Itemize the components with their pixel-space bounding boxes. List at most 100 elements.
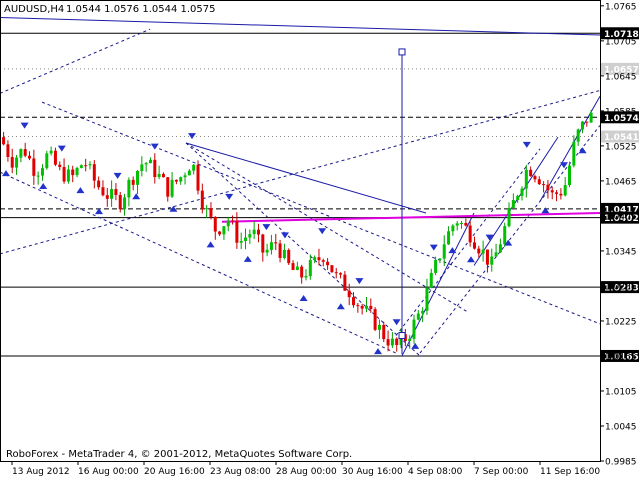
footer-copyright: RoboForex - MetaTrader 4, © 2001-2012, M… [6,449,352,460]
candle-body [23,149,27,156]
candle-body [161,173,165,178]
candle-body [244,237,248,242]
candle-body [447,231,451,245]
candle-body [321,260,325,262]
candle-body [205,208,209,210]
candle-body [481,249,485,254]
candle-body [373,309,377,330]
candle-body [123,197,127,210]
vertical-target-bottom [398,332,406,340]
candle-body [101,187,105,196]
candle-body [308,260,312,277]
y-tick-label: 1.0225 [605,317,637,327]
candle-body [511,200,515,208]
x-tick-label: 11 Sep 16:00 [540,467,600,477]
candle-body [460,222,464,224]
candle-body [412,319,416,339]
candle-body [490,256,494,265]
candle-body [377,324,381,330]
candle-body [144,163,148,165]
candle-body [19,149,23,158]
candle-body [429,272,433,288]
candle-body [235,220,239,243]
candle-body [252,229,256,235]
candle-body [494,252,498,257]
candle-body [313,257,317,261]
candle-body [533,176,537,180]
candle-body [390,338,394,346]
candle-body [520,188,524,196]
candle-body [576,129,580,142]
candle-body [485,249,489,265]
candle-body [408,338,412,341]
candle-body [434,259,438,273]
chart-background [0,0,640,480]
candle-body [118,195,122,210]
candle-body [218,231,222,235]
candle-body [356,305,360,307]
candle-body [360,305,364,309]
candle-body [498,244,502,253]
candle-body [529,169,533,177]
candle-body [291,263,295,270]
candle-body [287,249,291,264]
candle-body [32,158,36,176]
candle-body [326,261,330,266]
chart-svg: 1.07181.06571.05741.05411.04171.04021.02… [0,0,640,480]
x-tick-label: 16 Aug 00:00 [78,467,139,477]
candle-body [537,179,541,185]
candle-body [45,153,49,169]
candle-body [317,257,321,261]
x-tick-label: 13 Aug 2012 [12,467,70,477]
candle-body [395,338,399,346]
candle-body [507,207,511,227]
candle-body [472,242,476,249]
candle-body [231,220,235,222]
candle-body [114,189,118,196]
x-tick-label: 7 Sep 00:00 [474,467,529,477]
candle-body [563,185,567,196]
candle-body [192,164,196,171]
candle-body [196,164,200,191]
candle-body [105,195,109,199]
candle-body [572,141,576,166]
y-tick-label: 1.0465 [605,177,637,187]
candle-body [524,169,528,189]
candle-body [40,168,44,176]
y-tick-label: 1.0045 [605,422,637,432]
x-tick-label: 28 Aug 00:00 [276,467,337,477]
candle-body [438,258,442,260]
candle-body [239,241,243,243]
candle-body [274,242,278,244]
candle-body [442,244,446,259]
candle-body [75,167,79,176]
candle-body [92,164,96,181]
y-tick-label: 1.0525 [605,142,637,152]
candle-body [425,287,429,311]
candle-body [49,150,53,154]
x-tick-label: 23 Aug 08:00 [210,467,271,477]
candle-body [421,310,425,314]
candle-body [516,195,520,201]
candle-body [174,179,178,182]
candle-body [269,242,273,250]
candle-body [343,274,347,291]
x-tick-label: 30 Aug 16:00 [342,467,403,477]
candle-body [300,266,304,278]
candle-body [451,225,455,232]
candle-body [213,216,217,232]
candle-body [209,208,213,217]
candle-body [334,272,338,274]
y-tick-label: 1.0105 [605,387,637,397]
candle-body [464,222,468,226]
candle-body [170,179,174,197]
candle-body [503,226,507,245]
candle-body [369,305,373,310]
candle-body [36,175,40,177]
y-tick-label: 1.0585 [605,107,637,117]
candle-body [183,175,187,178]
y-tick-label: 1.0285 [605,282,637,292]
candle-body [295,266,299,270]
candle-body [71,169,75,176]
candle-body [148,159,152,164]
